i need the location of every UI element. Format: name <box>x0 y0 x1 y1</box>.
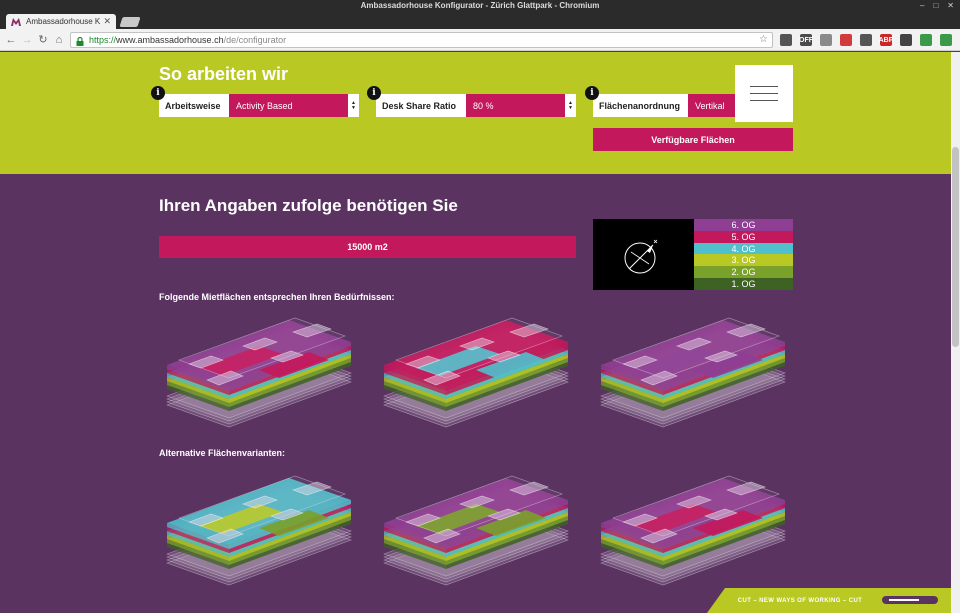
toolbar: ← → ↻ ⌂ https:// www.ambassadorhouse.ch … <box>0 29 960 51</box>
matching-building-model-1[interactable] <box>159 310 359 430</box>
address-bar[interactable]: https:// www.ambassadorhouse.ch /de/conf… <box>70 32 773 48</box>
new-tab-button[interactable] <box>119 17 141 27</box>
cloud-icon[interactable] <box>820 34 832 46</box>
refresh-ext-icon[interactable] <box>940 34 952 46</box>
window-titlebar: Ambassadorhouse Konfigurator - Zürich Gl… <box>0 0 960 12</box>
floor-legend-item[interactable]: 3. OG <box>694 254 793 267</box>
info-arbeitsweise-icon[interactable]: i <box>151 86 165 100</box>
arbeitsweise-value[interactable]: Activity Based ▲ ▼ <box>229 94 359 117</box>
url-path: /de/configurator <box>223 35 287 45</box>
abp-icon[interactable]: ABP <box>879 34 893 46</box>
footer-text: CUT – NEW WAYS OF WORKING – CUT <box>737 597 863 604</box>
floor-legend-item[interactable]: 1. OG <box>694 278 793 290</box>
translate-icon[interactable] <box>920 34 932 46</box>
menu-line <box>750 100 778 101</box>
alternative-building-model-2[interactable] <box>376 468 576 588</box>
window-title: Ambassadorhouse Konfigurator - Zürich Gl… <box>360 1 600 10</box>
footer-banner[interactable]: CUT – NEW WAYS OF WORKING – CUT <box>707 588 951 613</box>
flaechenanordnung-select[interactable]: Flächenanordnung Vertikal <box>593 94 735 117</box>
required-area-bar: 15000 m2 <box>159 236 576 258</box>
config-title: So arbeiten wir <box>159 64 289 84</box>
screenshot-icon[interactable] <box>780 34 792 46</box>
scrollbar-thumb[interactable] <box>952 147 959 347</box>
url-scheme: https:// <box>89 35 117 45</box>
tab-title: Ambassadorhouse Ko <box>26 17 101 26</box>
ext-off-icon[interactable]: OFF <box>799 34 813 46</box>
close-tab-icon[interactable]: ✕ <box>103 16 111 27</box>
floor-legend-item[interactable]: 4. OG <box>694 242 793 255</box>
extension-icons: OFFABP⋮ <box>780 34 960 46</box>
info-desk-share-icon[interactable]: i <box>367 86 381 100</box>
select-arrows-icon: ▲ ▼ <box>348 94 359 117</box>
url-host: www.ambassadorhouse.ch <box>116 35 224 45</box>
config-section: So arbeiten wir Arbeitsweise Activity Ba… <box>0 52 951 174</box>
bookmark-ext-icon[interactable] <box>840 34 852 46</box>
minimize-icon[interactable]: – <box>920 1 924 11</box>
browser-tab[interactable]: Ambassadorhouse Ko ✕ <box>6 14 116 29</box>
arbeitsweise-value-text: Activity Based <box>236 100 293 111</box>
close-window-icon[interactable]: ✕ <box>947 1 954 11</box>
desk-share-ratio-value[interactable]: 80 % ▲ ▼ <box>466 94 576 117</box>
arbeitsweise-label: Arbeitsweise <box>159 94 229 117</box>
floor-legend-item[interactable]: 2. OG <box>694 266 793 279</box>
flaechenanordnung-value[interactable]: Vertikal <box>688 94 735 117</box>
favicon-icon <box>11 17 21 27</box>
alternative-building-model-1[interactable] <box>159 468 359 588</box>
menu-line <box>750 93 778 94</box>
info-flaechen-icon[interactable]: i <box>585 86 599 100</box>
hamburger-menu-button[interactable] <box>735 65 793 122</box>
available-areas-button[interactable]: Verfügbare Flächen <box>593 128 793 151</box>
floor-list: 6. OG 5. OG 4. OG 3. OG 2. OG 1. OG <box>694 219 793 290</box>
tab-strip: Ambassadorhouse Ko ✕ <box>0 12 960 29</box>
compass-icon <box>624 239 658 274</box>
menu-line <box>750 86 778 87</box>
floor-legend-item[interactable]: 6. OG <box>694 219 793 231</box>
flaechenanordnung-label: Flächenanordnung <box>593 94 688 117</box>
cut-logo-line <box>889 599 919 601</box>
matching-building-model-2[interactable] <box>376 310 576 430</box>
back-icon[interactable]: ← <box>4 33 18 47</box>
forward-icon[interactable]: → <box>20 33 34 47</box>
floor-legend-item[interactable]: 5. OG <box>694 230 793 243</box>
flaechenanordnung-value-text: Vertikal <box>695 100 725 111</box>
lock-icon <box>76 36 84 46</box>
page-scrollbar[interactable] <box>951 52 960 613</box>
bookmark-star-icon[interactable]: ☆ <box>759 33 768 47</box>
arbeitsweise-select[interactable]: Arbeitsweise Activity Based ▲ ▼ <box>159 94 359 117</box>
matching-building-model-3[interactable] <box>593 310 793 430</box>
window-controls: – □ ✕ <box>920 1 954 11</box>
gear-ext-icon[interactable] <box>860 34 872 46</box>
maximize-icon[interactable]: □ <box>933 1 938 11</box>
floor-legend: 6. OG 5. OG 4. OG 3. OG 2. OG 1. OG <box>593 219 793 290</box>
desk-share-ratio-select[interactable]: Desk Share Ratio 80 % ▲ ▼ <box>376 94 576 117</box>
home-icon[interactable]: ⌂ <box>52 33 66 47</box>
alternative-heading: Alternative Flächenvarianten: <box>159 448 286 458</box>
desk-share-ratio-label: Desk Share Ratio <box>376 94 466 117</box>
select-arrows-icon: ▲ ▼ <box>565 94 576 117</box>
desk-share-ratio-value-text: 80 % <box>473 100 494 111</box>
page: So arbeiten wir Arbeitsweise Activity Ba… <box>0 52 951 613</box>
eye-icon[interactable] <box>900 34 912 46</box>
alternative-building-model-3[interactable] <box>593 468 793 588</box>
matching-heading: Folgende Mietflächen entsprechen Ihren B… <box>159 292 395 302</box>
result-title: Ihren Angaben zufolge benötigen Sie <box>159 196 458 215</box>
reload-icon[interactable]: ↻ <box>36 33 50 47</box>
